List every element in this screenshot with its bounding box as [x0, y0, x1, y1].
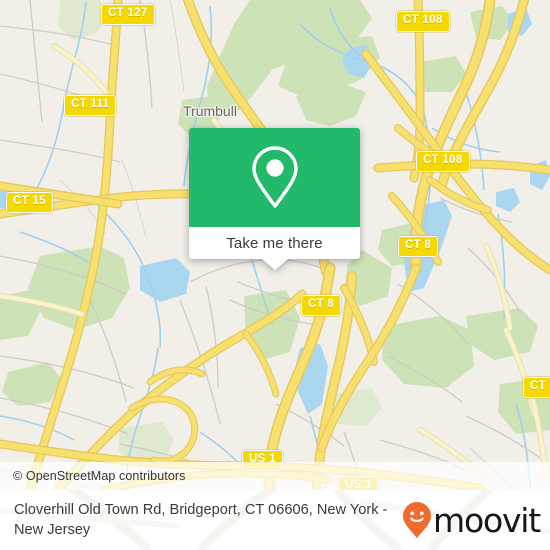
moovit-brand[interactable]: moovit: [402, 501, 550, 539]
callout-action[interactable]: Take me there: [189, 227, 360, 259]
road-shield-ct108-right[interactable]: CT 108: [416, 151, 470, 172]
place-label-trumbull: Trumbull: [183, 103, 237, 119]
callout-icon-area: [189, 128, 360, 227]
road-shield-ct8-right[interactable]: CT 8: [398, 236, 439, 257]
road-shield-ct108-top[interactable]: CT 108: [396, 11, 450, 32]
map-pin-icon: [251, 145, 298, 208]
location-address: Cloverhill Old Town Rd, Bridgeport, CT 0…: [14, 502, 388, 538]
take-me-there-callout[interactable]: Take me there: [189, 128, 360, 270]
moovit-wordmark: moovit: [433, 500, 541, 540]
moovit-map-screenshot: .park{fill:#cde2b7;} .park2{fill:#dfe9cf…: [0, 0, 550, 550]
callout-pointer: [261, 259, 288, 270]
road-shield-ct15[interactable]: CT 15: [6, 192, 53, 213]
road-shield-ct127[interactable]: CT 127: [101, 4, 155, 25]
footer-bar: Cloverhill Old Town Rd, Bridgeport, CT 0…: [0, 490, 550, 550]
road-shield-ct111[interactable]: CT 111: [64, 95, 117, 116]
road-shield-ct8-center[interactable]: CT 8: [301, 295, 342, 316]
moovit-smiley-pin-icon: [403, 502, 432, 538]
map-attribution-text: © OpenStreetMap contributors: [13, 469, 186, 483]
road-shield-ct1-edge[interactable]: CT 1: [523, 377, 550, 398]
map-attribution: © OpenStreetMap contributors: [0, 462, 550, 490]
callout-action-label: Take me there: [226, 234, 323, 252]
